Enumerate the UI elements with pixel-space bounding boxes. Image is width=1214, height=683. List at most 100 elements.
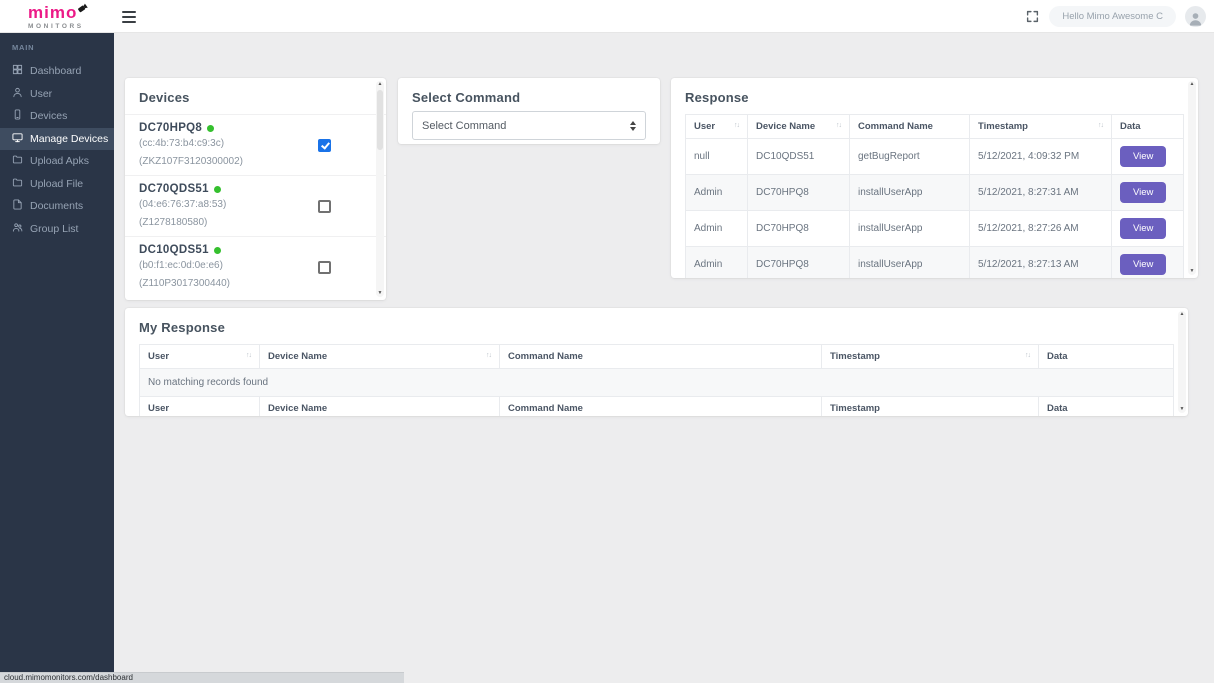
- group-list-icon: [12, 222, 23, 236]
- sidebar-item-manage-devices[interactable]: Manage Devices: [0, 128, 114, 151]
- sidebar-item-upload-file[interactable]: Upload File: [0, 173, 114, 196]
- device-select-checkbox[interactable]: [318, 200, 331, 213]
- sidebar-item-upload-apks[interactable]: Upload Apks: [0, 150, 114, 173]
- cell-data: View: [1112, 247, 1184, 279]
- sidebar-item-label: User: [30, 88, 52, 100]
- response-row: Admin DC70HPQ8 installUserApp 5/12/2021,…: [686, 211, 1184, 247]
- sort-icon: ↑↓: [246, 352, 251, 359]
- scroll-down-arrow[interactable]: ▼: [376, 290, 384, 297]
- cell-timestamp: 5/12/2021, 4:09:32 PM: [970, 139, 1112, 175]
- response-row: Admin DC70HPQ8 installUserApp 5/12/2021,…: [686, 247, 1184, 279]
- sort-icon: ↑↓: [486, 352, 491, 359]
- status-bar-link-preview: cloud.mimomonitors.com/dashboard: [0, 672, 404, 683]
- sidebar-item-label: Group List: [30, 223, 78, 235]
- view-button[interactable]: View: [1120, 146, 1166, 167]
- cell-device-name: DC10QDS51: [748, 139, 850, 175]
- response-row: Admin DC70HPQ8 installUserApp 5/12/2021,…: [686, 175, 1184, 211]
- sidebar-item-label: Documents: [30, 200, 83, 212]
- devices-panel: Devices DC70HPQ8 (cc:4b:73:b4:c9:3c) (ZK…: [125, 78, 386, 300]
- sort-icon: ↑↓: [836, 122, 841, 129]
- column-header-command-name[interactable]: Command Name: [500, 345, 822, 369]
- cell-device-name: DC70HPQ8: [748, 247, 850, 279]
- online-status-dot: [214, 247, 221, 254]
- select-command-panel: Select Command Select Command: [398, 78, 660, 144]
- cell-data: View: [1112, 139, 1184, 175]
- sidebar-section-label: MAIN: [0, 33, 114, 60]
- cell-command-name: installUserApp: [850, 175, 970, 211]
- sidebar-item-label: Dashboard: [30, 65, 81, 77]
- scroll-up-arrow[interactable]: ▲: [1188, 81, 1196, 88]
- fullscreen-icon[interactable]: [1026, 10, 1040, 24]
- documents-icon: [12, 199, 23, 213]
- cell-device-name: DC70HPQ8: [748, 211, 850, 247]
- sidebar-item-devices[interactable]: Devices: [0, 105, 114, 128]
- column-header-timestamp[interactable]: Timestamp↑↓: [822, 345, 1039, 369]
- device-mac-address: (cc:4b:73:b4:c9:3c): [139, 138, 372, 149]
- my-response-panel: My Response User↑↓ Device Name↑↓ Command…: [125, 308, 1188, 416]
- empty-results-row: No matching records found: [140, 369, 1174, 397]
- hamburger-menu-icon[interactable]: [122, 11, 136, 26]
- my-response-scrollbar[interactable]: ▲ ▼: [1178, 311, 1186, 413]
- sidebar-item-label: Manage Devices: [30, 133, 108, 145]
- avatar[interactable]: [1185, 6, 1206, 27]
- manage-devices-icon: [12, 132, 23, 146]
- logo-subtext: MONITORS: [28, 23, 89, 30]
- scroll-thumb[interactable]: [377, 90, 383, 150]
- response-panel-title: Response: [671, 78, 1198, 114]
- sort-icon: ↑↓: [734, 122, 739, 129]
- device-select-checkbox[interactable]: [318, 139, 331, 152]
- view-button[interactable]: View: [1120, 254, 1166, 275]
- column-header-command-name[interactable]: Command Name: [850, 115, 970, 139]
- device-name: DC70QDS51: [139, 183, 209, 195]
- response-header-row: User↑↓ Device Name↑↓ Command Name Timest…: [686, 115, 1184, 139]
- user-greeting[interactable]: Hello Mimo Awesome C: [1049, 6, 1176, 27]
- devices-icon: [12, 109, 23, 123]
- view-button[interactable]: View: [1120, 218, 1166, 239]
- device-serial: (ZKZ107F3120300002): [139, 156, 372, 167]
- column-header-device-name[interactable]: Device Name↑↓: [260, 345, 500, 369]
- scroll-down-arrow[interactable]: ▼: [1188, 268, 1196, 275]
- scroll-down-arrow[interactable]: ▼: [1178, 406, 1186, 413]
- column-header-data[interactable]: Data: [1039, 345, 1174, 369]
- my-response-header-row: User↑↓ Device Name↑↓ Command Name Timest…: [140, 345, 1174, 369]
- device-name: DC70HPQ8: [139, 122, 202, 134]
- column-header-timestamp[interactable]: Timestamp↑↓: [970, 115, 1112, 139]
- device-list-item: DC70HPQ8 (cc:4b:73:b4:c9:3c) (ZKZ107F312…: [125, 114, 386, 175]
- column-header-device-name[interactable]: Device Name↑↓: [748, 115, 850, 139]
- footer-command-name: Command Name: [500, 397, 822, 417]
- empty-results-message: No matching records found: [140, 369, 1174, 397]
- cell-command-name: installUserApp: [850, 247, 970, 279]
- sort-icon: ↑↓: [1025, 352, 1030, 359]
- cell-data: View: [1112, 211, 1184, 247]
- sidebar-item-user[interactable]: User: [0, 83, 114, 106]
- command-select-dropdown[interactable]: Select Command: [412, 111, 646, 140]
- devices-scrollbar[interactable]: ▲ ▼: [376, 81, 384, 297]
- cell-user: null: [686, 139, 748, 175]
- cell-user: Admin: [686, 175, 748, 211]
- sidebar-item-group-list[interactable]: Group List: [0, 218, 114, 241]
- cell-timestamp: 5/12/2021, 8:27:13 AM: [970, 247, 1112, 279]
- cell-data: View: [1112, 175, 1184, 211]
- device-list-item: DC10QDS51 (b0:f1:ec:0d:0e:e6) (Z110P3017…: [125, 236, 386, 297]
- select-arrows-icon: [630, 121, 636, 131]
- topbar-right: Hello Mimo Awesome C: [1026, 0, 1206, 33]
- response-panel: Response User↑↓ Device Name↑↓ Command Na…: [671, 78, 1198, 278]
- sidebar-item-documents[interactable]: Documents: [0, 195, 114, 218]
- scroll-up-arrow[interactable]: ▲: [376, 81, 384, 88]
- response-table-body: null DC10QDS51 getBugReport 5/12/2021, 4…: [686, 139, 1184, 279]
- column-header-user[interactable]: User↑↓: [140, 345, 260, 369]
- upload-apks-icon: [12, 154, 23, 168]
- sidebar: MAIN Dashboard User Devices Manage Devic…: [0, 33, 114, 683]
- scroll-up-arrow[interactable]: ▲: [1178, 311, 1186, 318]
- response-scrollbar[interactable]: ▲ ▼: [1188, 81, 1196, 275]
- sidebar-item-dashboard[interactable]: Dashboard: [0, 60, 114, 83]
- column-header-user[interactable]: User↑↓: [686, 115, 748, 139]
- device-select-checkbox[interactable]: [318, 261, 331, 274]
- user-icon: [12, 87, 23, 101]
- mimo-logo[interactable]: mimo MONITORS: [28, 4, 89, 30]
- column-header-data[interactable]: Data: [1112, 115, 1184, 139]
- my-response-table: User↑↓ Device Name↑↓ Command Name Timest…: [139, 344, 1174, 416]
- device-serial: (Z110P3017300440): [139, 278, 372, 289]
- cell-timestamp: 5/12/2021, 8:27:26 AM: [970, 211, 1112, 247]
- view-button[interactable]: View: [1120, 182, 1166, 203]
